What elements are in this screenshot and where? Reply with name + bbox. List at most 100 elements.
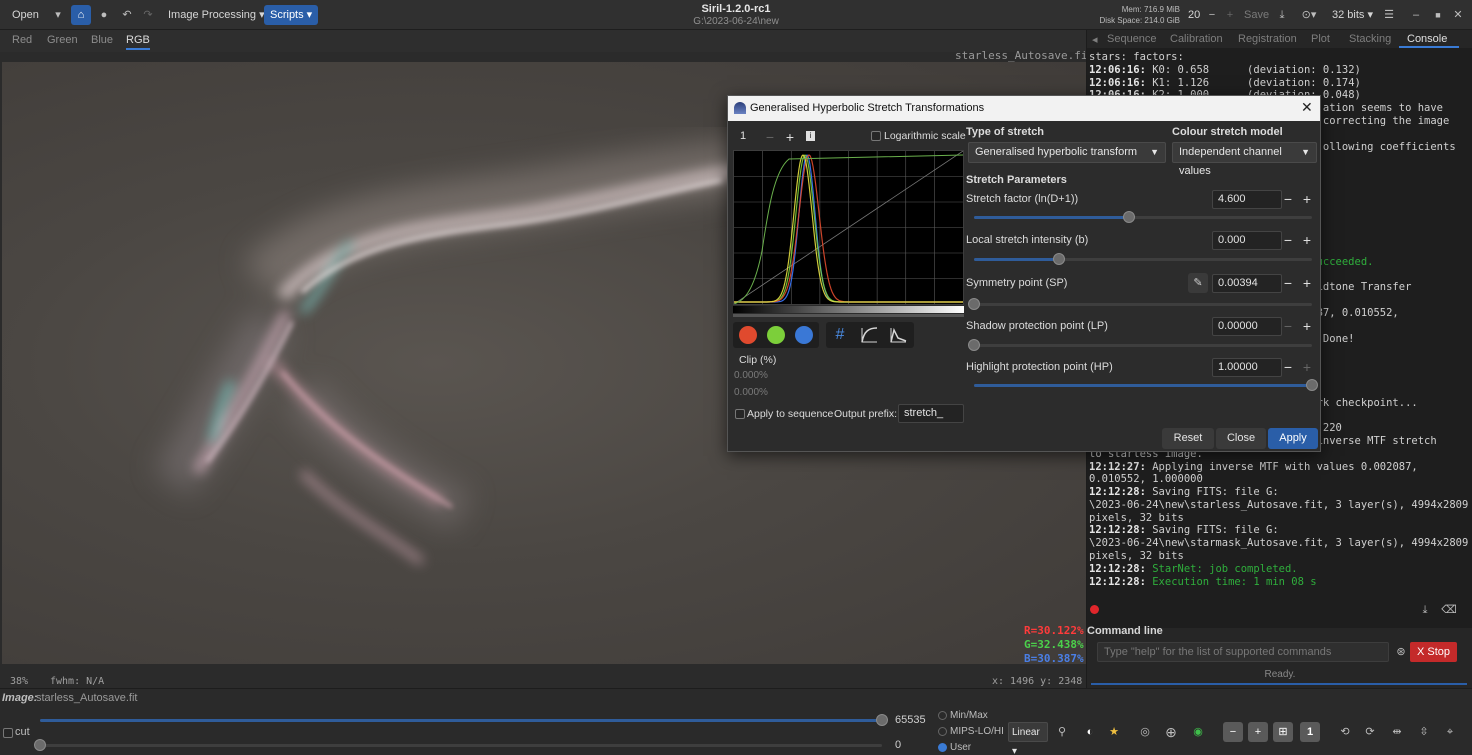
command-help-icon[interactable]: ⊛ bbox=[1391, 642, 1411, 662]
highlight-protection-input[interactable]: 1.00000 bbox=[1212, 358, 1282, 377]
stat-green: G=32.438% bbox=[1024, 638, 1084, 651]
histogram-zoom-value[interactable]: 1 bbox=[740, 130, 746, 142]
stop-button[interactable]: X Stop bbox=[1410, 642, 1457, 662]
zoom-in-icon[interactable]: + bbox=[1248, 722, 1268, 742]
apply-button[interactable]: Apply bbox=[1268, 428, 1318, 449]
shadow-protection-input[interactable]: 0.00000 bbox=[1212, 317, 1282, 336]
save-as-icon[interactable]: ⤓ bbox=[1272, 5, 1292, 25]
stretch-type-select[interactable]: Generalised hyperbolic transform ▼ bbox=[968, 142, 1166, 163]
zoom-fit-icon[interactable]: ⊞ bbox=[1273, 722, 1293, 742]
snapshot-icon[interactable]: ⊙▾ bbox=[1296, 5, 1322, 25]
dialog-close-icon[interactable]: ✕ bbox=[1301, 99, 1313, 116]
local-intensity-minus-icon[interactable]: − bbox=[1280, 232, 1296, 248]
stretch-factor-plus-icon[interactable]: + bbox=[1299, 191, 1315, 207]
logarithmic-scale-checkbox[interactable] bbox=[871, 131, 881, 141]
shadow-protection-slider[interactable] bbox=[968, 339, 1312, 351]
stretch-factor-slider[interactable] bbox=[974, 211, 1312, 223]
image-label: Image: bbox=[2, 692, 38, 704]
close-button[interactable]: Close bbox=[1216, 428, 1266, 449]
histogram-view[interactable] bbox=[733, 150, 964, 305]
highlight-protection-plus-icon[interactable]: + bbox=[1299, 359, 1315, 375]
tab-calibration[interactable]: Calibration bbox=[1170, 33, 1223, 45]
tab-console[interactable]: Console bbox=[1407, 33, 1447, 45]
tab-green[interactable]: Green bbox=[47, 34, 78, 46]
save-button[interactable]: Save bbox=[1238, 5, 1275, 25]
threads-minus-icon[interactable]: − bbox=[1202, 5, 1222, 25]
histogram-zoom-minus-icon[interactable]: − bbox=[762, 129, 778, 145]
symmetry-point-slider[interactable] bbox=[968, 298, 1312, 310]
curve-icon[interactable] bbox=[859, 325, 879, 345]
recent-dropdown-icon[interactable]: ▾ bbox=[48, 5, 68, 25]
blue-channel-button[interactable] bbox=[795, 326, 813, 344]
symmetry-point-plus-icon[interactable]: + bbox=[1299, 275, 1315, 291]
image-processing-menu[interactable]: Image Processing ▾ bbox=[162, 5, 271, 25]
shadow-protection-plus-icon[interactable]: + bbox=[1299, 318, 1315, 334]
radio-minmax[interactable] bbox=[938, 711, 947, 720]
minimize-icon[interactable]: – bbox=[1406, 5, 1426, 25]
red-channel-button[interactable] bbox=[739, 326, 757, 344]
histogram-icon[interactable] bbox=[888, 325, 908, 345]
scale-mode-select[interactable]: Linear ▾ bbox=[1008, 722, 1048, 755]
cut-checkbox[interactable] bbox=[3, 728, 13, 738]
eyedropper-icon[interactable]: ✎ bbox=[1188, 273, 1208, 293]
apply-sequence-checkbox[interactable] bbox=[735, 409, 745, 419]
histogram-zoom-plus-icon[interactable]: + bbox=[782, 129, 798, 145]
rotate-left-icon[interactable]: ⟲ bbox=[1335, 722, 1355, 742]
reset-button[interactable]: Reset bbox=[1162, 428, 1214, 449]
local-intensity-input[interactable]: 0.000 bbox=[1212, 231, 1282, 250]
tab-sequence[interactable]: Sequence bbox=[1107, 33, 1157, 45]
radio-user[interactable] bbox=[938, 743, 947, 752]
negative-view-icon[interactable]: ◐ bbox=[1080, 722, 1100, 742]
colour-model-select[interactable]: Independent channel values ▼ bbox=[1172, 142, 1317, 177]
link-icon[interactable]: ⚲ bbox=[1052, 722, 1072, 742]
photometry-icon[interactable]: ◎ bbox=[1135, 722, 1155, 742]
radio-mips[interactable] bbox=[938, 727, 947, 736]
symmetry-point-minus-icon[interactable]: − bbox=[1280, 275, 1296, 291]
mirror-x-icon[interactable]: ⇹ bbox=[1387, 722, 1407, 742]
local-intensity-slider[interactable] bbox=[974, 253, 1312, 265]
save-log-icon[interactable]: ⤓ bbox=[1415, 600, 1435, 620]
stretch-factor-minus-icon[interactable]: − bbox=[1280, 191, 1296, 207]
highlight-protection-slider[interactable] bbox=[974, 379, 1318, 391]
tab-plot[interactable]: Plot bbox=[1311, 33, 1330, 45]
histogram-scrollbar[interactable] bbox=[733, 314, 964, 317]
undo-icon[interactable]: ↶ bbox=[117, 5, 137, 25]
tab-blue[interactable]: Blue bbox=[91, 34, 113, 46]
target-icon[interactable]: ◉ bbox=[1188, 722, 1208, 742]
output-prefix-input[interactable]: stretch_ bbox=[898, 404, 964, 423]
shadow-protection-minus-icon[interactable]: − bbox=[1280, 318, 1296, 334]
open-button[interactable]: Open bbox=[6, 5, 45, 25]
bit-depth-menu[interactable]: 32 bits ▾ bbox=[1326, 5, 1379, 25]
zoom-out-icon[interactable]: − bbox=[1223, 722, 1243, 742]
home-icon[interactable]: ⌂ bbox=[71, 5, 91, 25]
tab-red[interactable]: Red bbox=[12, 34, 32, 46]
grid-icon[interactable]: # bbox=[830, 325, 850, 345]
color-map-icon[interactable]: ★ bbox=[1104, 722, 1124, 742]
local-intensity-plus-icon[interactable]: + bbox=[1299, 232, 1315, 248]
highlight-protection-minus-icon[interactable]: − bbox=[1280, 359, 1296, 375]
stretch-factor-input[interactable]: 4.600 bbox=[1212, 190, 1282, 209]
panel-collapse-icon[interactable]: ◂ bbox=[1092, 33, 1098, 46]
record-icon[interactable]: ● bbox=[94, 5, 114, 25]
mirror-y-icon[interactable]: ⇳ bbox=[1414, 722, 1434, 742]
max-slider[interactable] bbox=[40, 714, 888, 726]
pin-icon[interactable]: ⌖ bbox=[1440, 722, 1460, 742]
command-input[interactable]: Type "help" for the list of supported co… bbox=[1097, 642, 1389, 662]
tab-rgb[interactable]: RGB bbox=[126, 34, 150, 50]
close-window-icon[interactable]: ✕ bbox=[1448, 5, 1468, 25]
tab-registration[interactable]: Registration bbox=[1238, 33, 1297, 45]
rotate-right-icon[interactable]: ⟳ bbox=[1360, 722, 1380, 742]
info-icon[interactable]: i bbox=[806, 131, 815, 141]
hamburger-menu-icon[interactable]: ☰ bbox=[1379, 5, 1399, 25]
annotate-icon[interactable]: ⊕ bbox=[1161, 722, 1181, 742]
min-slider[interactable] bbox=[34, 739, 882, 751]
scripts-menu[interactable]: Scripts ▾ bbox=[264, 5, 319, 25]
tab-stacking[interactable]: Stacking bbox=[1349, 33, 1391, 45]
green-channel-button[interactable] bbox=[767, 326, 785, 344]
threads-plus-icon[interactable]: + bbox=[1220, 5, 1240, 25]
symmetry-point-input[interactable]: 0.00394 bbox=[1212, 274, 1282, 293]
zoom-one-icon[interactable]: 1 bbox=[1300, 722, 1320, 742]
maximize-icon[interactable]: ■ bbox=[1428, 5, 1448, 25]
redo-icon[interactable]: ↷ bbox=[138, 5, 158, 25]
clear-log-icon[interactable]: ⌫ bbox=[1439, 600, 1459, 620]
